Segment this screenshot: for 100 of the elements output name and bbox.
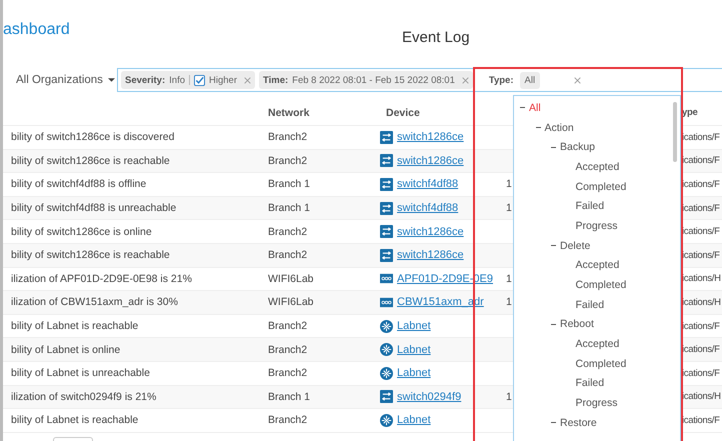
checkbox-label: Higher <box>209 74 237 86</box>
column-header[interactable]: Device <box>386 106 420 118</box>
tree-item[interactable]: Backup <box>560 141 596 154</box>
event-type: ications/F <box>682 368 720 379</box>
tree-item[interactable]: Progress <box>576 220 618 232</box>
tree-item[interactable]: Restore <box>560 416 597 429</box>
close-icon[interactable] <box>574 76 582 84</box>
event-message: bility of Labnet is reachable <box>11 320 138 332</box>
table-cell: 1 <box>506 272 512 285</box>
device-link[interactable]: switch1286ce <box>397 249 464 262</box>
network-name: Branch2 <box>268 414 308 426</box>
event-type: ications/F <box>682 202 720 214</box>
switch-icon <box>380 202 393 215</box>
tree-item[interactable]: Reboot <box>560 318 594 330</box>
event-type: ications/F <box>682 414 720 426</box>
network-icon <box>380 343 393 356</box>
caret-icon <box>108 78 115 82</box>
event-message: ilization of switch0294f9 is 21% <box>11 390 156 403</box>
event-type: ications/F <box>682 132 720 143</box>
event-message: bility of Labnet is unreachable <box>11 367 150 380</box>
tree-item[interactable]: Completed <box>576 358 626 370</box>
device-link[interactable]: Labnet <box>397 344 431 356</box>
column-header[interactable]: ype <box>682 107 698 118</box>
tree-item[interactable]: Delete <box>560 240 590 252</box>
device-link[interactable]: switch1286ce <box>397 226 464 238</box>
organization-dropdown[interactable]: All Organizations <box>3 74 117 86</box>
device-link[interactable]: switchf4df88 <box>397 178 458 190</box>
event-type: ications/H <box>682 273 721 284</box>
network-name: Branch 1 <box>268 202 310 214</box>
tree-item[interactable]: Failed <box>576 377 604 390</box>
network-name: Branch 1 <box>268 178 310 190</box>
network-icon <box>380 366 393 380</box>
tree-item[interactable]: Completed <box>576 180 626 193</box>
event-message: bility of switch1286ce is discovered <box>11 131 174 144</box>
switch-icon <box>380 248 393 262</box>
event-type: ications/F <box>682 226 720 238</box>
severity-chip[interactable]: Severity: Info Higher <box>121 71 255 89</box>
tree-item[interactable]: Completed <box>576 279 626 292</box>
event-message: bility of switch1286ce is online <box>11 226 152 238</box>
network-icon <box>380 320 393 333</box>
chip-label: Severity: <box>125 74 166 86</box>
device-link[interactable]: Labnet <box>397 320 431 332</box>
tree-item[interactable]: Progress <box>576 397 618 410</box>
device-link[interactable]: switchf4df88 <box>397 202 458 214</box>
event-message: bility of Labnet is reachable <box>11 414 138 426</box>
table-cell: 1 <box>506 390 512 403</box>
chip-value: Info <box>169 74 185 86</box>
network-name: Branch2 <box>268 226 308 238</box>
network-name: Branch2 <box>268 320 308 332</box>
access-point-icon <box>380 296 393 309</box>
network-name: Branch2 <box>268 249 308 262</box>
page-title: Event Log <box>402 28 470 46</box>
event-type: ications/F <box>682 155 720 166</box>
network-name: Branch2 <box>268 367 308 380</box>
network-name: Branch2 <box>268 344 308 356</box>
checkbox[interactable] <box>194 74 205 86</box>
switch-icon <box>380 178 393 191</box>
switch-icon <box>380 130 393 144</box>
event-message: bility of switch1286ce is reachable <box>11 154 170 167</box>
event-message: bility of Labnet is online <box>11 344 120 356</box>
device-link[interactable]: Labnet <box>397 414 431 426</box>
tree-item[interactable]: Failed <box>576 200 604 212</box>
network-name: Branch2 <box>268 154 308 167</box>
event-type: ications/F <box>682 344 720 356</box>
tree-item[interactable]: Failed <box>576 298 604 311</box>
event-type: ications/H <box>682 391 721 402</box>
filter-field[interactable]: Severity: Info Higher Time: Feb 8 2022 08:01 - Feb 15 2022 08:01 Type: All <box>117 68 722 92</box>
event-message: ilization of CBW151axm_adr is 30% <box>11 296 178 308</box>
event-message: bility of switchf4df88 is unreachable <box>11 202 176 214</box>
scrollbar-thumb[interactable] <box>673 102 677 162</box>
event-message: ilization of APF01D-2D9E-0E98 is 21% <box>11 272 192 285</box>
network-name: WIFI6Lab <box>268 272 314 285</box>
type-label: Type: <box>488 74 514 86</box>
switch-icon <box>380 225 393 238</box>
device-link[interactable]: switch0294f9 <box>397 390 462 403</box>
table-cell: 1 <box>506 202 512 214</box>
column-header[interactable]: Network <box>268 106 310 118</box>
event-type: ications/H <box>682 296 721 308</box>
tree-item[interactable]: Accepted <box>576 338 620 350</box>
chip-label: Time: <box>263 74 288 86</box>
tree-item[interactable]: All <box>529 102 541 114</box>
event-message: bility of switch1286ce is reachable <box>11 249 170 262</box>
app-title[interactable]: ashboard <box>3 21 363 45</box>
event-type: ications/F <box>682 178 720 190</box>
network-name: WIFI6Lab <box>268 296 314 308</box>
table-cell: 1 <box>506 178 512 190</box>
device-link[interactable]: switch1286ce <box>397 131 464 144</box>
tree-item[interactable]: Accepted <box>576 259 620 272</box>
network-name: Branch 1 <box>268 390 310 403</box>
device-link[interactable]: switch1286ce <box>397 154 464 167</box>
type-chip[interactable]: All <box>520 72 540 88</box>
network-icon <box>380 414 393 427</box>
switch-icon <box>380 154 393 168</box>
tree-item[interactable]: Action <box>544 122 574 134</box>
device-link[interactable]: Labnet <box>397 367 431 380</box>
tree-item[interactable]: Accepted <box>576 160 620 173</box>
access-point-icon <box>380 272 393 286</box>
event-type: ications/F <box>682 250 720 261</box>
time-chip[interactable]: Time: Feb 8 2022 08:01 - Feb 15 2022 08:01 <box>259 71 473 89</box>
chip-value: Feb 8 2022 08:01 - Feb 15 2022 08:01 <box>292 74 455 86</box>
